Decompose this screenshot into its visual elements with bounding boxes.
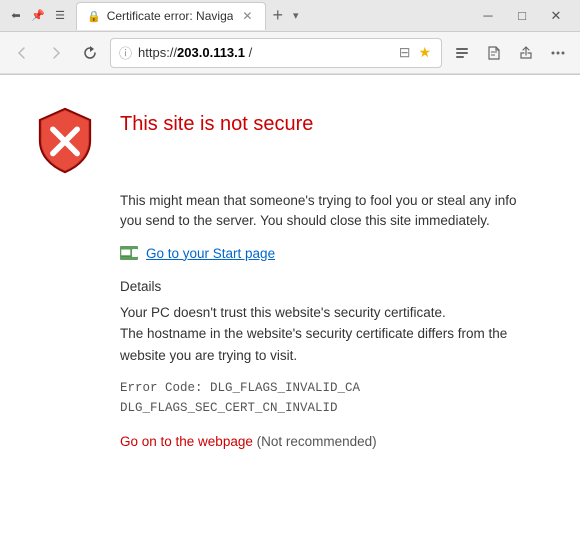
active-tab[interactable]: 🔒 Certificate error: Naviga ✕ [76,2,266,30]
url-action-icons: ⊟ ★ [397,42,433,63]
hub-icon[interactable] [448,39,476,67]
url-scheme: https:// [138,45,177,60]
more-button[interactable] [544,39,572,67]
back-button[interactable] [8,39,36,67]
tab-bar: 🔒 Certificate error: Naviga ✕ + ▾ [76,2,472,30]
error-code-line2: DLG_FLAGS_SEC_CERT_CN_INVALID [120,401,338,415]
error-code-line1: Error Code: DLG_FLAGS_INVALID_CA [120,381,360,395]
refresh-button[interactable] [76,39,104,67]
tab-dropdown-button[interactable]: ▾ [289,9,303,22]
close-button[interactable]: ✕ [540,2,572,30]
address-bar: ⓘ https://203.0.113.1 / ⊟ ★ [0,32,580,74]
favorites-icon[interactable]: ★ [416,42,433,63]
error-description-text: This might mean that someone's trying to… [120,193,517,228]
not-recommended-label: (Not recommended) [257,434,377,449]
error-header: This site is not secure [30,105,540,175]
url-security-icon: ⓘ [119,43,132,62]
maximize-button[interactable]: □ [506,2,538,30]
tab-favicon: 🔒 [87,10,101,23]
title-bar: ⬅ 📌 ☰ 🔒 Certificate error: Naviga ✕ + ▾ … [0,0,580,32]
back-history-icon[interactable]: ⬅ [8,8,24,24]
details-line2: The hostname in the website's security c… [120,326,507,363]
title-bar-icons: ⬅ 📌 ☰ [8,8,68,24]
error-title: This site is not secure [120,113,313,136]
content-area: This site is not secure This might mean … [0,74,580,554]
details-line1: Your PC doesn't trust this website's sec… [120,305,446,320]
details-text: Your PC doesn't trust this website's sec… [120,302,540,367]
start-page-icon [120,246,138,260]
notes-icon[interactable] [480,39,508,67]
toolbar-icons [448,39,572,67]
tab-label: Certificate error: Naviga [107,9,234,23]
details-section: Details Your PC doesn't trust this websi… [120,279,540,367]
details-heading: Details [120,279,540,294]
go-on-section: Go on to the webpage (Not recommended) [120,434,540,449]
url-box[interactable]: ⓘ https://203.0.113.1 / ⊟ ★ [110,38,442,68]
forward-button[interactable] [42,39,70,67]
start-page-section: Go to your Start page [120,246,540,261]
reader-view-icon[interactable]: ⊟ [397,42,413,63]
new-tab-button[interactable]: + [266,5,289,26]
error-code-box: Error Code: DLG_FLAGS_INVALID_CA DLG_FLA… [120,378,540,418]
share-icon[interactable] [512,39,540,67]
error-description: This might mean that someone's trying to… [120,191,540,232]
settings-menu-icon[interactable]: ☰ [52,8,68,24]
url-host: 203.0.113.1 [177,45,245,60]
shield-icon [30,105,100,175]
start-page-link[interactable]: Go to your Start page [146,246,275,261]
go-on-link[interactable]: Go on to the webpage [120,434,253,449]
window-controls: ─ □ ✕ [472,2,572,30]
url-text: https://203.0.113.1 / [138,45,252,60]
url-path: / [245,45,252,60]
pin-icon[interactable]: 📌 [30,8,46,24]
minimize-button[interactable]: ─ [472,2,504,30]
tab-close-button[interactable]: ✕ [239,8,255,24]
